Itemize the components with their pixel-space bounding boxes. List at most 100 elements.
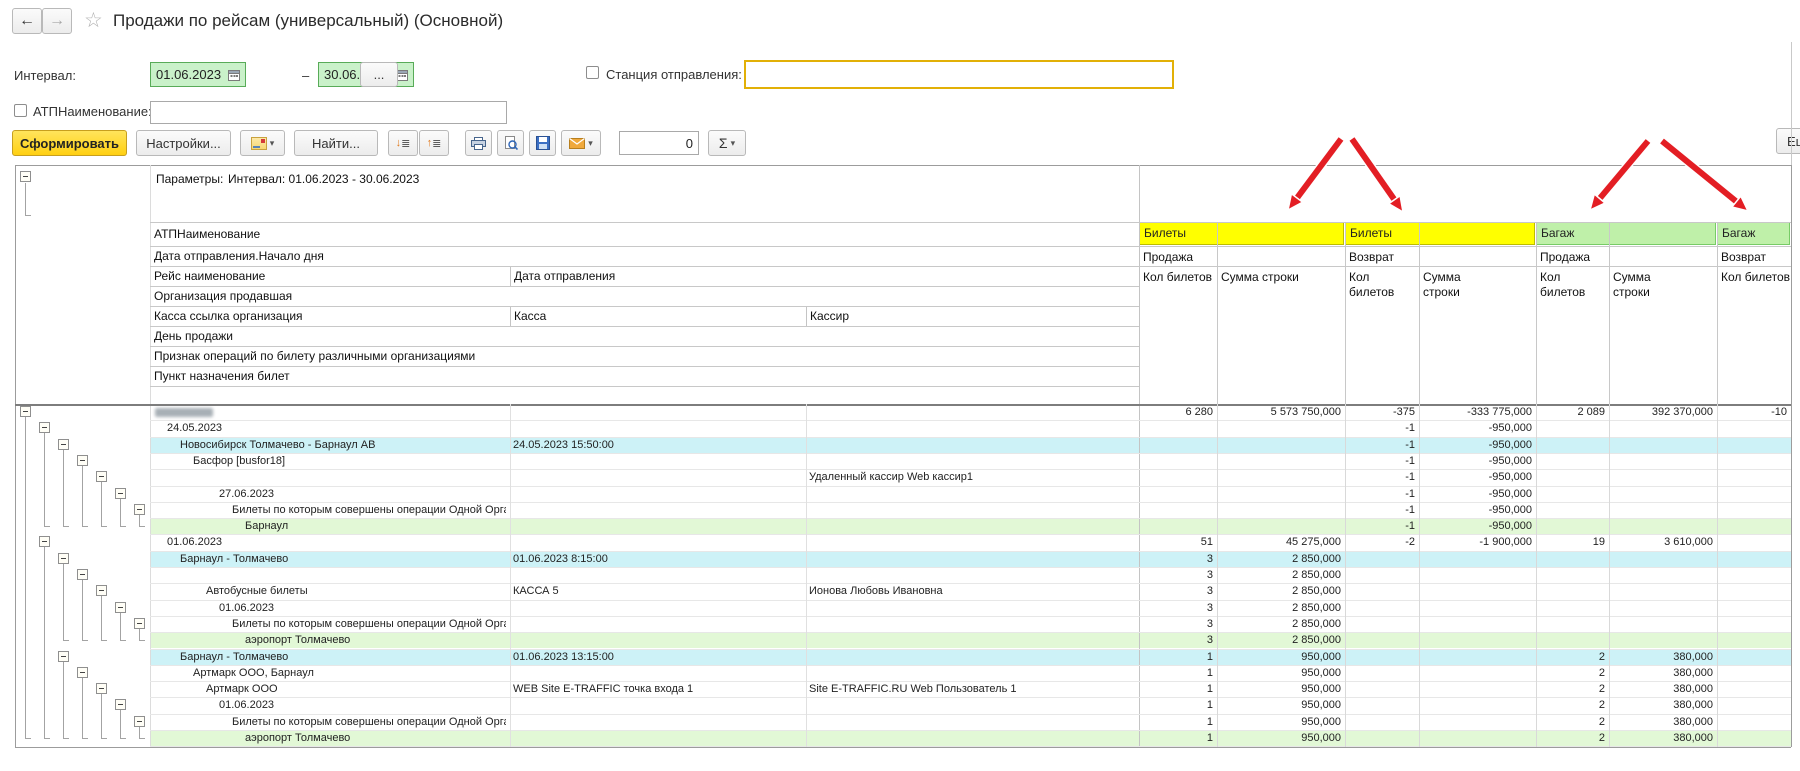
group-cell[interactable]: 27.06.2023 xyxy=(219,488,506,501)
value-cell[interactable]: 3 610,000 xyxy=(1609,536,1713,549)
group-cell[interactable]: Новосибирск Толмачево - Барнаул АВ xyxy=(180,439,506,452)
value-cell[interactable]: 1 xyxy=(1139,699,1213,712)
value-cell[interactable]: -10 xyxy=(1717,406,1787,419)
date-cell[interactable]: 01.06.2023 13:15:00 xyxy=(513,651,803,664)
operation-header-cell[interactable]: Возврат xyxy=(1721,250,1787,264)
date-cell[interactable]: КАССА 5 xyxy=(513,585,803,598)
value-cell[interactable]: 950,000 xyxy=(1217,699,1341,712)
expand-box[interactable] xyxy=(39,536,50,547)
expand-box[interactable] xyxy=(20,406,31,417)
value-cell[interactable]: 2 850,000 xyxy=(1217,634,1341,647)
value-cell[interactable]: 2 xyxy=(1536,667,1605,680)
cashier-cell[interactable]: Site E-TRAFFIC.RU Web Пользователь 1 xyxy=(809,683,1136,696)
value-cell[interactable]: -950,000 xyxy=(1419,488,1532,501)
expand-box[interactable] xyxy=(115,602,126,613)
expand-box[interactable] xyxy=(77,569,88,580)
group-cell[interactable]: Барнаул xyxy=(245,520,506,533)
measure-header-cell[interactable]: Кол билетов xyxy=(1721,270,1791,285)
value-cell[interactable]: 3 xyxy=(1139,569,1213,582)
value-cell[interactable]: 6 280 xyxy=(1139,406,1213,419)
measure-header-cell[interactable]: Кол билетов xyxy=(1540,270,1602,300)
expand-box[interactable] xyxy=(58,651,69,662)
group-cell[interactable]: Барнаул - Толмачево xyxy=(180,553,506,566)
operation-header-cell[interactable]: Продажа xyxy=(1143,250,1341,264)
date-cell[interactable]: WEB Site E-TRAFFIC точка входа 1 xyxy=(513,683,803,696)
value-cell[interactable]: 380,000 xyxy=(1609,683,1713,696)
measure-header-cell[interactable]: Кол билетов xyxy=(1349,270,1411,300)
value-cell[interactable]: -950,000 xyxy=(1419,504,1532,517)
field-header-cell[interactable]: Организация продавшая xyxy=(154,289,656,303)
group-cell[interactable]: аэропорт Толмачево xyxy=(245,634,506,647)
value-cell[interactable]: 950,000 xyxy=(1217,732,1341,745)
value-cell[interactable]: -1 xyxy=(1345,471,1415,484)
value-cell[interactable]: 380,000 xyxy=(1609,732,1713,745)
value-cell[interactable]: -1 xyxy=(1345,439,1415,452)
value-cell[interactable]: 380,000 xyxy=(1609,699,1713,712)
group-cell[interactable]: Билеты по которым совершены операции Одн… xyxy=(232,618,506,631)
value-cell[interactable]: -1 900,000 xyxy=(1419,536,1532,549)
value-cell[interactable]: 1 xyxy=(1139,716,1213,729)
expand-box[interactable] xyxy=(58,439,69,450)
value-cell[interactable]: -950,000 xyxy=(1419,439,1532,452)
value-cell[interactable]: 950,000 xyxy=(1217,651,1341,664)
value-cell[interactable]: 2 xyxy=(1536,651,1605,664)
expand-box[interactable] xyxy=(77,667,88,678)
value-cell[interactable]: 1 xyxy=(1139,651,1213,664)
expand-box[interactable] xyxy=(20,171,31,182)
group-cell[interactable]: Барнаул - Толмачево xyxy=(180,651,506,664)
band-header-cell[interactable]: Багаж xyxy=(1717,222,1790,245)
band-header-cell[interactable]: Билеты xyxy=(1345,222,1535,245)
value-cell[interactable]: 380,000 xyxy=(1609,716,1713,729)
expand-box[interactable] xyxy=(134,618,145,629)
field-header-cell[interactable]: Кассир xyxy=(810,309,1135,323)
value-cell[interactable]: 3 xyxy=(1139,602,1213,615)
group-cell[interactable]: 01.06.2023 xyxy=(219,602,506,615)
value-cell[interactable]: 2 xyxy=(1536,699,1605,712)
expand-box[interactable] xyxy=(134,716,145,727)
band-header-cell[interactable]: Билеты xyxy=(1139,222,1344,245)
value-cell[interactable]: 1 xyxy=(1139,667,1213,680)
date-cell[interactable]: 24.05.2023 15:50:00 xyxy=(513,439,803,452)
group-cell[interactable]: Артмарк ООО xyxy=(206,683,506,696)
group-cell[interactable]: аэропорт Толмачево xyxy=(245,732,506,745)
expand-box[interactable] xyxy=(134,504,145,515)
group-cell[interactable]: Билеты по которым совершены операции Одн… xyxy=(232,504,506,517)
value-cell[interactable]: -1 xyxy=(1345,520,1415,533)
field-header-cell[interactable]: Касса xyxy=(514,309,802,323)
value-cell[interactable]: 3 xyxy=(1139,634,1213,647)
value-cell[interactable]: -2 xyxy=(1345,536,1415,549)
value-cell[interactable]: 2 850,000 xyxy=(1217,553,1341,566)
value-cell[interactable]: 5 573 750,000 xyxy=(1217,406,1341,419)
value-cell[interactable]: -1 xyxy=(1345,455,1415,468)
expand-box[interactable] xyxy=(39,422,50,433)
measure-header-cell[interactable]: Сумма строки xyxy=(1423,270,1485,300)
band-header-cell[interactable]: Багаж xyxy=(1536,222,1716,245)
value-cell[interactable]: 1 xyxy=(1139,683,1213,696)
cashier-cell[interactable]: Ионова Любовь Ивановна xyxy=(809,585,1136,598)
measure-header-cell[interactable]: Сумма строки xyxy=(1221,270,1341,285)
expand-box[interactable] xyxy=(96,471,107,482)
group-cell[interactable]: Артмарк ООО, Барнаул xyxy=(193,667,506,680)
value-cell[interactable]: 45 275,000 xyxy=(1217,536,1341,549)
value-cell[interactable]: -1 xyxy=(1345,422,1415,435)
field-header-cell[interactable]: День продажи xyxy=(154,329,656,343)
value-cell[interactable]: -333 775,000 xyxy=(1419,406,1532,419)
value-cell[interactable]: -950,000 xyxy=(1419,422,1532,435)
expand-box[interactable] xyxy=(96,585,107,596)
group-cell[interactable]: Автобусные билеты xyxy=(206,585,506,598)
value-cell[interactable]: 2 xyxy=(1536,716,1605,729)
value-cell[interactable]: 392 370,000 xyxy=(1609,406,1713,419)
value-cell[interactable]: 3 xyxy=(1139,585,1213,598)
value-cell[interactable]: 2 850,000 xyxy=(1217,569,1341,582)
expand-box[interactable] xyxy=(115,699,126,710)
value-cell[interactable]: -950,000 xyxy=(1419,471,1532,484)
value-cell[interactable]: 3 xyxy=(1139,553,1213,566)
value-cell[interactable]: 2 xyxy=(1536,683,1605,696)
expand-box[interactable] xyxy=(115,488,126,499)
measure-header-cell[interactable]: Кол билетов xyxy=(1143,270,1213,285)
field-header-cell[interactable]: Признак операций по билету различными ор… xyxy=(154,349,656,363)
group-cell[interactable]: 01.06.2023 xyxy=(219,699,506,712)
cashier-cell[interactable]: Удаленный кассир Web кассир1 xyxy=(809,471,1136,484)
group-cell[interactable]: 01.06.2023 xyxy=(167,536,506,549)
value-cell[interactable]: -1 xyxy=(1345,488,1415,501)
